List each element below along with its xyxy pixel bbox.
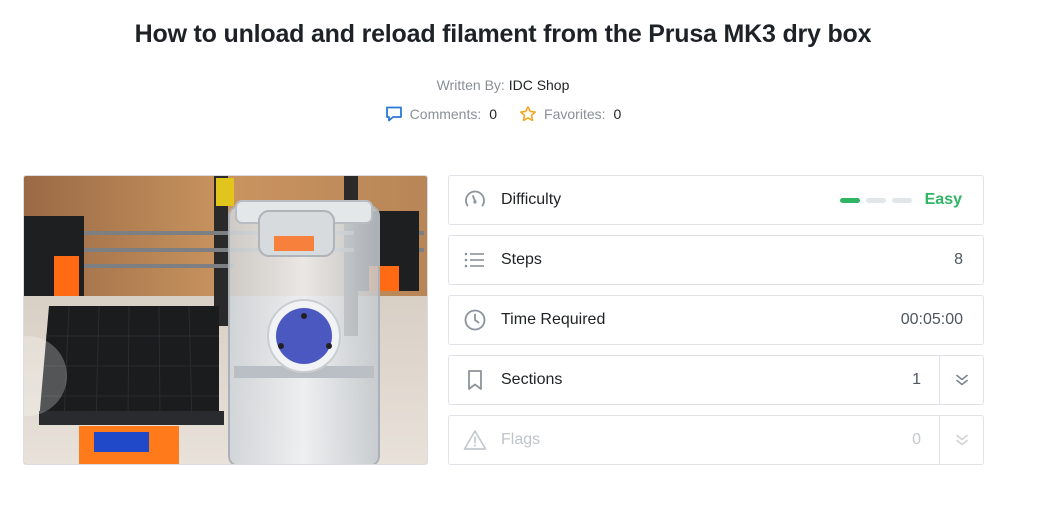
sections-label: Sections — [501, 371, 563, 388]
difficulty-bar-3 — [891, 197, 912, 203]
byline: Written By: IDC Shop — [0, 77, 1006, 93]
favorites-stat[interactable]: Favorites: 0 — [519, 105, 621, 123]
star-icon — [519, 105, 537, 123]
comments-count: 0 — [489, 106, 498, 122]
comments-stat[interactable]: Comments: 0 — [385, 105, 497, 123]
flags-value: 0 — [912, 431, 921, 448]
sections-expand-button[interactable] — [939, 356, 983, 404]
guide-title: How to unload and reload filament from t… — [134, 20, 872, 48]
difficulty-meter — [839, 197, 912, 203]
bookmark-icon — [449, 369, 501, 391]
double-chevron-down-icon — [955, 434, 968, 446]
favorites-label: Favorites: — [544, 106, 606, 122]
steps-label: Steps — [501, 251, 542, 268]
steps-row: Steps 8 — [448, 235, 984, 285]
list-icon — [449, 251, 501, 269]
guide-details: Difficulty Easy Steps 8 Time Required 00… — [448, 175, 984, 475]
flags-expand-button — [939, 416, 983, 464]
difficulty-label: Difficulty — [501, 191, 562, 208]
written-by-label: Written By: — [436, 77, 505, 93]
difficulty-value: Easy — [924, 191, 962, 208]
difficulty-bar-1 — [839, 197, 860, 203]
printer-photo — [24, 176, 427, 464]
difficulty-row: Difficulty Easy — [448, 175, 984, 225]
comment-icon — [385, 105, 403, 123]
flags-row: Flags 0 — [448, 415, 984, 465]
guide-stats: Comments: 0 Favorites: 0 — [0, 105, 1006, 123]
difficulty-bar-2 — [865, 197, 886, 203]
comments-label: Comments: — [409, 106, 482, 122]
author-link[interactable]: IDC Shop — [509, 77, 570, 93]
warning-icon — [449, 429, 501, 451]
gauge-icon — [449, 188, 501, 212]
time-required-label: Time Required — [501, 311, 606, 328]
sections-row[interactable]: Sections 1 — [448, 355, 984, 405]
time-required-value: 00:05:00 — [900, 311, 963, 328]
steps-value: 8 — [954, 251, 963, 268]
favorites-count: 0 — [613, 106, 622, 122]
guide-main-image[interactable] — [23, 175, 428, 465]
sections-value: 1 — [912, 371, 921, 388]
time-required-row: Time Required 00:05:00 — [448, 295, 984, 345]
clock-icon — [449, 308, 501, 332]
double-chevron-down-icon — [955, 374, 968, 386]
flags-label: Flags — [501, 431, 541, 448]
